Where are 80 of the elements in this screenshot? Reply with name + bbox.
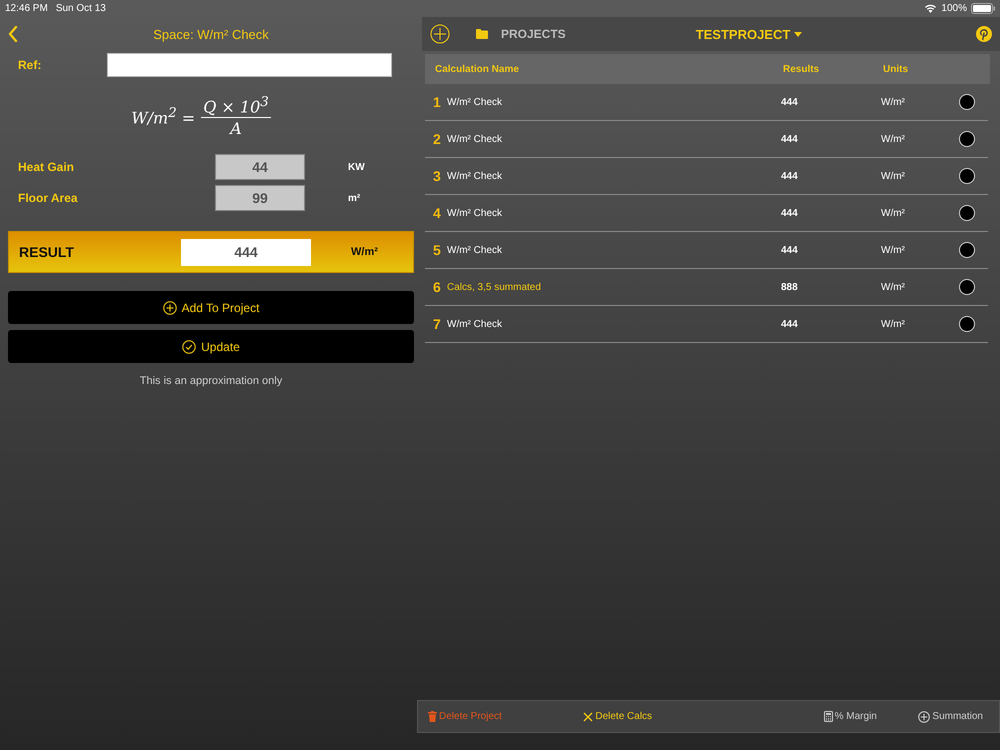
trash-icon <box>428 711 437 722</box>
calculation-name[interactable]: Calcs, 3,5 summated <box>447 282 541 292</box>
unit-text: W/m² <box>881 318 906 330</box>
row-number: 1 <box>433 94 442 110</box>
battery-icon <box>971 2 996 14</box>
column-header: Results <box>783 64 820 74</box>
note-text: This is an approximation only <box>138 375 284 388</box>
margin-button[interactable]: % Margin <box>818 710 883 723</box>
plus-circle-icon <box>918 710 930 722</box>
result-value: 444 <box>781 96 799 108</box>
unit-text: W/m² <box>881 208 906 218</box>
project-dropdown[interactable]: TESTPROJECT <box>690 26 808 42</box>
calculation-name[interactable]: W/m² Check <box>447 134 502 144</box>
x-icon <box>583 712 594 722</box>
folder-icon <box>476 29 488 39</box>
unit-text: W/m² <box>881 244 906 256</box>
calculation-name[interactable]: W/m² Check <box>447 208 502 218</box>
pin-button[interactable] <box>976 26 992 42</box>
column-header: Calculation Name <box>435 64 520 74</box>
calculation-name[interactable]: W/m² Check <box>447 244 502 256</box>
select-radio[interactable] <box>959 205 975 221</box>
select-radio[interactable] <box>959 279 975 295</box>
calculator-icon <box>824 711 833 722</box>
column-header: Units <box>883 64 909 74</box>
select-radio[interactable] <box>959 94 975 110</box>
result-value: 444 <box>781 208 799 218</box>
result-value: 888 <box>781 282 799 292</box>
row-number: 2 <box>433 131 442 147</box>
select-radio[interactable] <box>959 131 975 147</box>
select-radio[interactable] <box>959 168 975 184</box>
select-radio[interactable] <box>959 316 975 332</box>
add-to-project-button[interactable]: Add To Project <box>8 291 414 324</box>
row-number: 6 <box>433 279 442 295</box>
number-input-field[interactable]: 99 <box>215 185 305 212</box>
unit-label: m² <box>348 192 360 204</box>
p-logo-icon <box>976 26 992 42</box>
unit-text: W/m² <box>881 170 906 182</box>
formula-numerator: Q × 10$^{3}$ <box>201 95 271 118</box>
input-label: Floor Area <box>17 191 79 206</box>
ref-label: Ref: <box>17 58 42 72</box>
unit-text: W/m² <box>881 96 906 108</box>
result-label: RESULT <box>18 244 75 260</box>
plus-circle-icon <box>430 24 450 44</box>
row-number: 7 <box>433 316 442 332</box>
calculation-name[interactable]: W/m² Check <box>447 96 502 108</box>
plus-circle-icon <box>162 300 177 315</box>
summation-button[interactable]: Summation <box>912 710 989 724</box>
result-field[interactable]: 444 <box>181 238 311 266</box>
number-input-field[interactable]: 44 <box>215 154 305 180</box>
result-value: 444 <box>781 134 799 144</box>
status-time: 12:46 PM <box>5 2 48 14</box>
row-number: 4 <box>433 205 442 221</box>
add-project-button[interactable] <box>430 24 450 44</box>
delete-calcs-button[interactable]: Delete Calcs <box>577 710 658 723</box>
unit-text: W/m² <box>881 134 906 144</box>
formula-text: W/m$^{2}$ = <box>131 106 196 128</box>
calculation-name[interactable]: W/m² Check <box>447 318 502 330</box>
row-number: 3 <box>433 168 442 184</box>
formula-denominator: A <box>230 118 242 138</box>
projects-button[interactable]: PROJECTS <box>470 26 572 42</box>
battery-percent: 100% <box>941 2 967 14</box>
result-value: 444 <box>781 318 799 330</box>
unit-label: KW <box>348 162 365 173</box>
caret-icon <box>794 32 802 36</box>
back-chevron-icon <box>8 26 18 42</box>
wifi-icon <box>924 3 938 13</box>
ref-input-field[interactable] <box>107 53 392 77</box>
check-circle-icon <box>182 340 196 354</box>
back-button[interactable] <box>8 26 18 42</box>
result-value: 444 <box>781 244 799 256</box>
result-value: 444 <box>781 170 799 182</box>
row-number: 5 <box>433 242 442 258</box>
update-button[interactable]: Update <box>8 330 414 364</box>
result-unit: W/m² <box>351 246 378 258</box>
status-date: Sun Oct 13 <box>56 2 106 14</box>
unit-text: W/m² <box>881 282 906 292</box>
input-label: Heat Gain <box>17 160 76 174</box>
select-radio[interactable] <box>959 242 975 258</box>
calculation-name[interactable]: W/m² Check <box>447 170 502 182</box>
page-title: Space: W/m² Check <box>152 26 270 42</box>
